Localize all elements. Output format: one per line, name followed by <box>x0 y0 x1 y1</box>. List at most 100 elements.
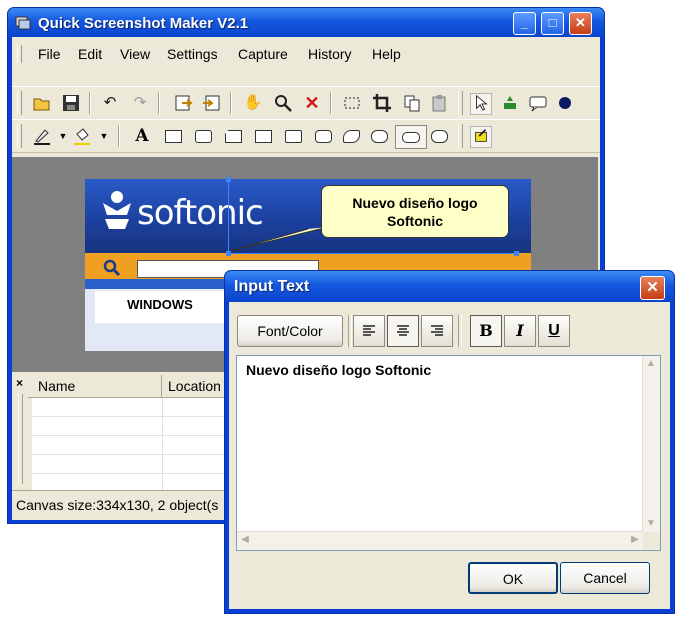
menu-edit[interactable]: Edit <box>78 46 102 62</box>
menu-grip[interactable] <box>17 45 22 63</box>
column-divider <box>162 398 163 490</box>
align-left-icon <box>363 325 375 336</box>
copy-icon[interactable] <box>402 93 422 113</box>
toolbar-grip[interactable] <box>458 124 463 148</box>
selection-handle[interactable] <box>226 177 231 182</box>
crop-icon[interactable] <box>372 93 392 113</box>
dialog-title-bar[interactable]: Input Text ✕ <box>225 271 674 302</box>
dialog-separator <box>458 315 462 347</box>
circle-icon[interactable] <box>555 93 575 113</box>
separator <box>330 92 332 114</box>
scroll-down-icon[interactable]: ▼ <box>643 516 659 532</box>
pen-dropdown-icon[interactable]: ▼ <box>53 126 73 146</box>
panel-grip[interactable] <box>18 394 23 484</box>
maximize-button[interactable]: □ <box>541 12 564 35</box>
menu-capture[interactable]: Capture <box>238 46 288 62</box>
dialog-title: Input Text <box>234 278 310 295</box>
text-tool-icon[interactable]: A <box>132 126 152 146</box>
note-shape-icon[interactable] <box>255 130 272 143</box>
menu-view[interactable]: View <box>120 46 150 62</box>
rectangle-icon[interactable] <box>165 130 182 143</box>
horizontal-scrollbar[interactable]: ◀ ▶ <box>237 531 643 550</box>
undo-icon[interactable]: ↶ <box>100 93 120 113</box>
dialog-client: Font/Color B I U Nuevo diseño logo Softo… <box>229 302 670 609</box>
toolbar-grip[interactable] <box>17 91 22 115</box>
panel-close-button[interactable]: × <box>16 376 23 390</box>
drawing-toolbar: ▼ ▼ A <box>12 119 600 153</box>
scroll-corner <box>643 532 660 550</box>
scroll-up-icon[interactable]: ▲ <box>643 356 659 372</box>
close-button[interactable]: ✕ <box>569 12 592 35</box>
title-bar[interactable]: Quick Screenshot Maker V2.1 _ □ ✕ <box>8 8 604 37</box>
nav-tab-windows: WINDOWS <box>95 291 225 323</box>
underline-button[interactable]: U <box>538 315 570 347</box>
zoom-icon[interactable] <box>273 93 293 113</box>
separator <box>230 92 232 114</box>
minimize-button[interactable]: _ <box>513 12 536 35</box>
column-name[interactable]: Name <box>32 375 162 397</box>
fill-dropdown-icon[interactable]: ▼ <box>94 126 114 146</box>
rounded-rectangle-icon[interactable] <box>195 130 212 143</box>
yellow-note-icon[interactable] <box>470 126 492 148</box>
speech-box-icon[interactable] <box>285 130 302 143</box>
wavy-box-icon[interactable] <box>343 130 360 143</box>
menu-bar: File Edit View Settings Capture History … <box>12 43 600 65</box>
separator <box>158 92 160 114</box>
scroll-right-icon[interactable]: ▶ <box>627 532 643 548</box>
vertical-scrollbar[interactable]: ▲ ▼ <box>642 356 660 532</box>
balloon-line-2: Softonic <box>387 213 443 229</box>
softonic-figure-icon <box>99 189 135 242</box>
import-icon[interactable] <box>202 93 222 113</box>
menu-help[interactable]: Help <box>372 46 401 62</box>
fill-icon[interactable] <box>72 126 92 146</box>
magnifier-icon <box>101 258 123 278</box>
text-input-area[interactable]: Nuevo diseño logo Softonic ▲ ▼ ◀ ▶ <box>236 355 661 551</box>
stamp-icon[interactable] <box>500 93 520 113</box>
menu-settings[interactable]: Settings <box>167 46 218 62</box>
align-center-button[interactable] <box>387 315 419 347</box>
pointer-icon[interactable] <box>470 93 492 115</box>
redo-icon[interactable]: ↷ <box>130 93 150 113</box>
selection-handle[interactable] <box>514 251 519 256</box>
pen-icon[interactable] <box>32 126 52 146</box>
callout-icon[interactable] <box>528 93 548 113</box>
save-icon[interactable] <box>61 93 81 113</box>
bold-button[interactable]: B <box>470 315 502 347</box>
export-icon[interactable] <box>173 93 193 113</box>
input-text-dialog: Input Text ✕ Font/Color B I U Nuevo dise… <box>224 270 675 614</box>
select-rect-icon[interactable] <box>342 93 362 113</box>
italic-button[interactable]: I <box>504 315 536 347</box>
toolbar-grip[interactable] <box>17 124 22 148</box>
paste-icon[interactable] <box>430 93 450 113</box>
dialog-separator <box>348 315 352 347</box>
scroll-left-icon[interactable]: ◀ <box>237 532 253 548</box>
toolbar-grip[interactable] <box>458 91 463 115</box>
dialog-close-button[interactable]: ✕ <box>640 276 665 300</box>
menu-file[interactable]: File <box>38 46 61 62</box>
cut-corner-icon[interactable] <box>225 130 242 143</box>
align-center-icon <box>397 325 409 336</box>
font-color-button[interactable]: Font/Color <box>237 315 343 347</box>
selection-handle[interactable] <box>226 251 231 256</box>
align-right-button[interactable] <box>421 315 453 347</box>
balloon-shape-icon[interactable] <box>395 125 427 149</box>
ok-button[interactable]: OK <box>468 562 558 594</box>
callout-balloon[interactable]: Nuevo diseño logo Softonic <box>321 185 509 238</box>
cancel-button[interactable]: Cancel <box>560 562 650 594</box>
main-toolbar: ↶ ↷ ✋ ✕ <box>12 86 600 120</box>
cloud-shape-icon[interactable] <box>431 130 448 143</box>
delete-icon[interactable]: ✕ <box>302 93 322 113</box>
selection-line <box>228 179 229 253</box>
speech-rounded-icon[interactable] <box>315 130 332 143</box>
selection-line <box>228 253 516 254</box>
balloon-line-1: Nuevo diseño logo <box>352 195 478 211</box>
hand-icon[interactable]: ✋ <box>243 93 263 113</box>
align-right-icon <box>431 325 443 336</box>
separator <box>118 125 120 147</box>
open-icon[interactable] <box>32 93 52 113</box>
window-title: Quick Screenshot Maker V2.1 <box>38 15 249 32</box>
menu-history[interactable]: History <box>308 46 352 62</box>
separator <box>89 92 91 114</box>
oval-box-icon[interactable] <box>371 130 388 143</box>
align-left-button[interactable] <box>353 315 385 347</box>
